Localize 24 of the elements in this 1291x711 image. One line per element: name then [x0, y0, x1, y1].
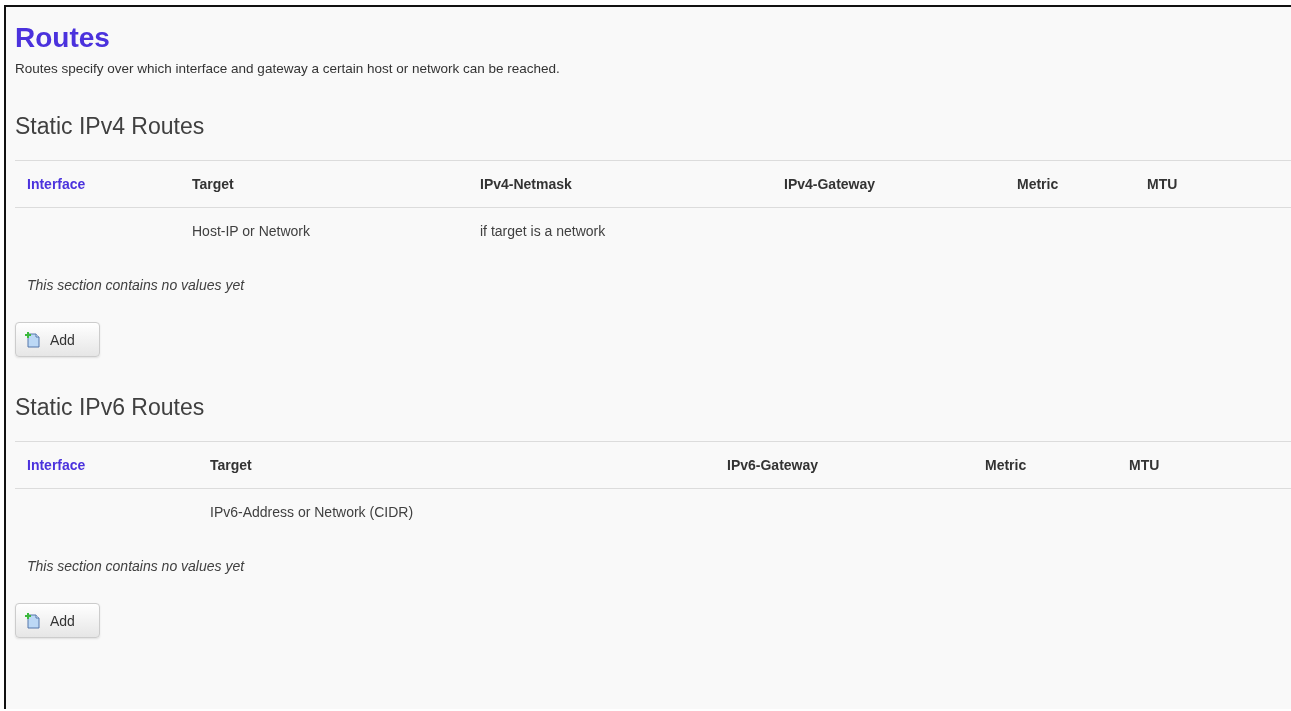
column-header: Target — [192, 176, 234, 192]
column-header-link[interactable]: Interface — [27, 176, 86, 192]
add-document-icon — [25, 331, 42, 348]
column-hint: Host-IP or Network — [192, 223, 310, 239]
empty-message: This section contains no values yet — [27, 277, 246, 293]
page-title: Routes — [15, 21, 111, 55]
column-header: IPv4-Gateway — [784, 176, 876, 192]
column-hint: if target is a network — [480, 223, 606, 239]
section-title: Static IPv4 Routes — [15, 112, 206, 140]
column-header: MTU — [1129, 457, 1160, 473]
column-header: IPv4-Netmask — [480, 176, 572, 192]
page-description: Routes specify over which interface and gateway a certain host or network can be reached. — [15, 61, 561, 76]
column-header: IPv6-Gateway — [727, 457, 819, 473]
empty-message: This section contains no values yet — [27, 558, 246, 574]
add-button[interactable]: Add — [15, 322, 100, 357]
column-header-link[interactable]: Interface — [27, 457, 86, 473]
column-header: MTU — [1147, 176, 1178, 192]
section-title: Static IPv6 Routes — [15, 393, 206, 421]
column-header: Metric — [985, 457, 1027, 473]
column-header: Metric — [1017, 176, 1059, 192]
column-header: Target — [210, 457, 252, 473]
column-hint: IPv6-Address or Network (CIDR) — [210, 504, 414, 520]
add-button[interactable]: Add — [15, 603, 100, 638]
add-document-icon — [25, 612, 42, 629]
